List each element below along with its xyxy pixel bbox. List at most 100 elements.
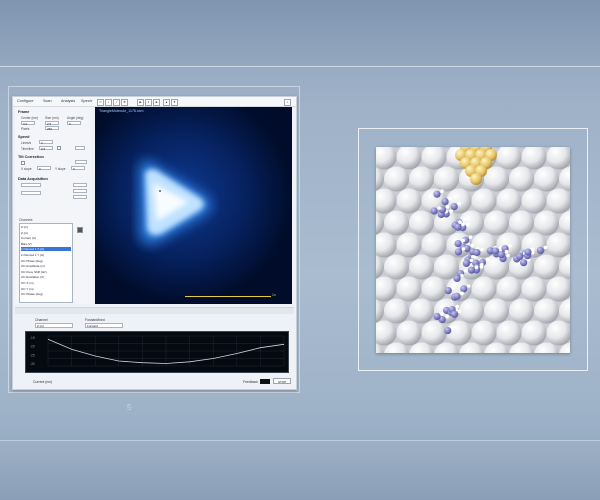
molecule-atom	[520, 259, 528, 267]
y-slope-field[interactable]: 0	[71, 166, 85, 171]
y-tick-label: -30	[30, 362, 35, 366]
start-icon[interactable]: ▶	[137, 99, 144, 106]
tilt-enable-checkbox[interactable]	[21, 161, 25, 165]
lock-checkbox[interactable]	[57, 146, 61, 150]
surface-atom	[396, 232, 422, 258]
molecule-illustration	[376, 141, 570, 353]
hydrogen-atom	[504, 249, 509, 254]
surface-atom	[534, 166, 559, 192]
divider-top	[0, 66, 600, 67]
molecule-atom	[467, 266, 476, 274]
channel-list[interactable]: Z (m) Z (m) Current (A) Bias (V) LI Demod 1 …	[19, 223, 73, 303]
acquisition-title: Data Acquisition	[18, 177, 48, 181]
hydrogen-atom	[440, 189, 444, 193]
channel-item[interactable]: LI Demod 1 X (A)	[21, 247, 71, 252]
hydrogen-atom	[462, 217, 466, 222]
size-field[interactable]: 2.5	[45, 121, 59, 126]
close-icon[interactable]: ×	[284, 99, 291, 106]
hydrogen-atom	[457, 309, 462, 314]
menu-scan[interactable]: Scan	[43, 99, 52, 103]
x-slope-field[interactable]: 0	[37, 166, 51, 171]
channel-item[interactable]: OC Y (m)	[21, 287, 71, 291]
center-field[interactable]: 0.0	[21, 121, 35, 126]
hydrogen-atom	[543, 245, 548, 250]
slide-caption: 5	[127, 403, 132, 412]
channel-item[interactable]: OC Excitation (V)	[21, 275, 71, 279]
menu-spectr[interactable]: Spectr	[81, 99, 92, 103]
channel-item[interactable]: OC X (m)	[21, 281, 71, 285]
graph-direction-select[interactable]: Forward	[85, 323, 123, 328]
tilt-title: Tilt Correction	[18, 155, 44, 159]
scan-settings-panel: Frame Center (nm) Size (nm) Angle (deg) …	[15, 107, 91, 304]
surface-atom	[376, 211, 384, 235]
surface-atom	[376, 167, 384, 191]
surface-atom	[546, 320, 570, 346]
background-bottom-band	[0, 440, 600, 500]
pixels-field[interactable]: 256	[45, 126, 59, 131]
acq-mode-field[interactable]	[21, 183, 41, 187]
channel-item[interactable]: LI Demod 1 Y (A)	[21, 253, 71, 257]
surface-atom	[384, 254, 409, 280]
channel-item[interactable]: OC Amplitude (m)	[21, 264, 71, 268]
up-icon[interactable]: ▲	[163, 99, 170, 106]
down-icon[interactable]: ▼	[171, 99, 178, 106]
tilt-apply-button[interactable]	[75, 160, 87, 164]
surface-atom	[471, 276, 497, 302]
hydrogen-atom	[463, 268, 468, 273]
channel-item[interactable]: Z (m)	[21, 225, 71, 229]
scale-bar-label: 1n	[272, 293, 276, 297]
stop-icon[interactable]: ■	[153, 99, 160, 106]
line-tool-icon[interactable]: ╱	[113, 99, 120, 106]
pause-icon[interactable]: ‖	[145, 99, 152, 106]
surface-atom	[459, 298, 484, 324]
feedback-indicator	[260, 379, 270, 384]
divider-bottom	[0, 440, 600, 441]
field-label: Pixels	[21, 127, 30, 131]
hydrogen-atom	[470, 243, 474, 248]
stop-button[interactable]: STOP	[273, 378, 291, 384]
menu-analysis[interactable]: Analysis	[61, 99, 75, 103]
acq-option-field[interactable]	[73, 189, 87, 193]
surface-atom	[546, 188, 570, 214]
channel-item[interactable]: Current (A)	[21, 236, 71, 240]
stm-app-window: Configure Scan Analysis Spectr ▭ + ╱ ✥ ▶…	[12, 96, 297, 390]
channel-item[interactable]: OC Phase (deg)	[21, 259, 71, 263]
acq-option-field[interactable]	[73, 183, 87, 187]
hydrogen-atom	[480, 247, 484, 252]
acq-option-field[interactable]	[73, 195, 87, 199]
surface-atom	[409, 254, 434, 280]
channel-color-swatch[interactable]	[77, 227, 83, 233]
hydrogen-atom	[461, 222, 465, 226]
hydrogen-atom	[448, 196, 452, 201]
surface-atom	[496, 147, 522, 170]
molecule-atom	[450, 203, 458, 211]
angle-field[interactable]: 0	[67, 121, 81, 126]
zoom-tool-icon[interactable]: +	[105, 99, 112, 106]
channel-item[interactable]: Bias (V)	[21, 242, 71, 246]
molecule-atom	[444, 287, 452, 295]
molecule-atom	[433, 190, 441, 198]
hydrogen-atom	[461, 247, 466, 251]
select-tool-icon[interactable]: ▭	[97, 99, 104, 106]
channel-item[interactable]: Z (m)	[21, 231, 71, 235]
scan-image-viewport[interactable]: TriangleMolecule_1176.sxm 1n	[95, 107, 292, 304]
scan-file-title: TriangleMolecule_1176.sxm	[99, 109, 144, 113]
move-tool-icon[interactable]: ✥	[121, 99, 128, 106]
graph-channel-select[interactable]: Z (m)	[35, 323, 73, 328]
line-profile-plot[interactable]: -15 -20 -25 -30	[25, 331, 289, 373]
menu-configure[interactable]: Configure	[17, 99, 33, 103]
frame-title: Frame	[18, 110, 30, 114]
channel-item[interactable]: OC Freq. Shift (Hz)	[21, 270, 71, 274]
acq-value-field[interactable]	[21, 191, 41, 195]
speed-ratio-field[interactable]	[75, 146, 85, 150]
surface-atom	[484, 166, 509, 192]
field-label: Angle (deg)	[67, 116, 84, 120]
channel-item[interactable]: OC Phase (deg)	[21, 292, 71, 296]
lines-per-second-field[interactable]: 2	[39, 140, 53, 145]
surface-atom	[559, 254, 570, 280]
surface-atom	[484, 210, 509, 236]
field-label: Y slope	[55, 167, 66, 171]
status-bar: Current (nm) Feedback STOP	[15, 377, 294, 387]
time-per-line-field[interactable]: 0.5	[39, 146, 53, 151]
surface-atom	[521, 320, 547, 346]
